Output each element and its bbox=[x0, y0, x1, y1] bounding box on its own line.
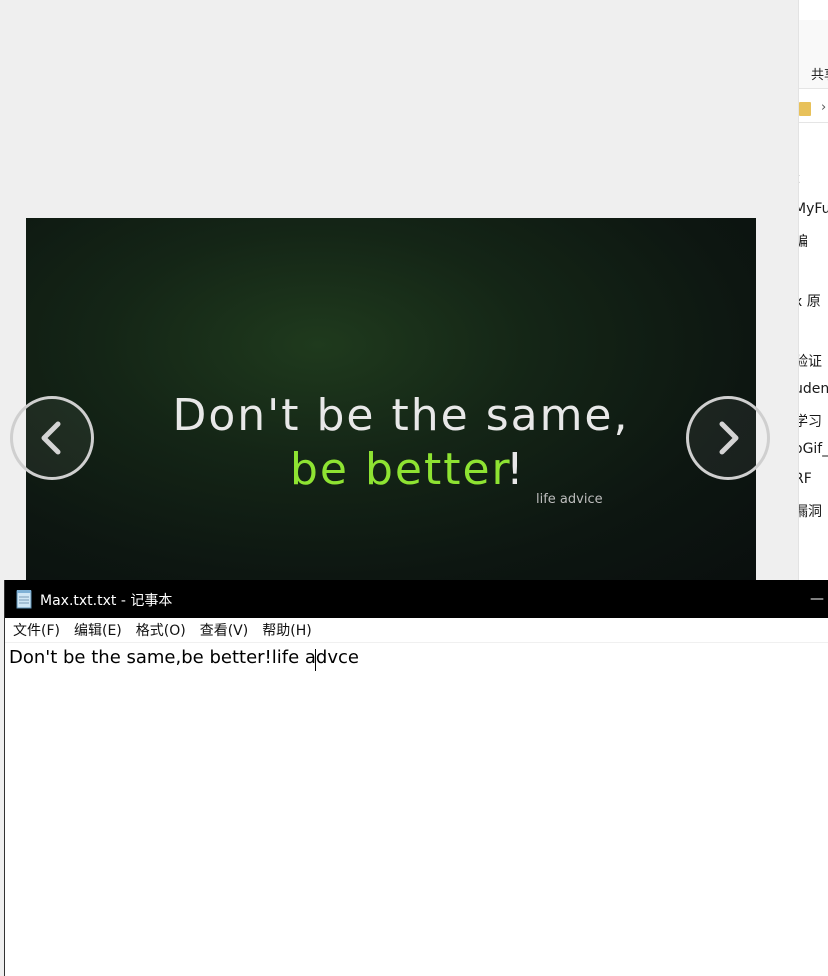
notepad-window: Max.txt.txt - 记事本 — 文件(F) 编辑(E) 格式(O) 查看… bbox=[4, 580, 828, 976]
explorer-titlebar bbox=[799, 0, 828, 20]
ribbon-tab-share[interactable]: 共享 bbox=[811, 64, 828, 83]
next-image-button[interactable] bbox=[686, 396, 770, 480]
file-list-item[interactable]: RF bbox=[799, 471, 812, 487]
file-list-item[interactable]: 学习 bbox=[799, 411, 822, 431]
menu-bar: 文件(F) 编辑(E) 格式(O) 查看(V) 帮助(H) bbox=[5, 618, 828, 643]
window-title: Max.txt.txt - 记事本 bbox=[40, 593, 173, 609]
quote-image: Don't be the same, be better ! life advi… bbox=[26, 218, 756, 580]
file-list-item[interactable]: 验证 bbox=[799, 351, 822, 371]
file-list-item[interactable]: t bbox=[799, 171, 800, 187]
menu-format[interactable]: 格式(O) bbox=[129, 620, 193, 640]
quote-line-2: be better bbox=[290, 444, 512, 495]
chevron-right-icon bbox=[719, 421, 739, 455]
file-list-item[interactable]: MyFu bbox=[799, 201, 828, 217]
menu-edit[interactable]: 编辑(E) bbox=[67, 620, 129, 640]
notepad-app-icon bbox=[16, 590, 32, 609]
menu-file[interactable]: 文件(F) bbox=[5, 620, 67, 640]
text-editor-area[interactable]: Don't be the same,be better!life advce bbox=[5, 643, 828, 976]
file-list-item[interactable]: x 原 bbox=[799, 291, 821, 311]
previous-image-button[interactable] bbox=[10, 396, 94, 480]
file-list-item[interactable]: 编 bbox=[799, 231, 808, 251]
minimize-button[interactable]: — bbox=[805, 584, 828, 614]
quote-line-1: Don't be the same, bbox=[172, 390, 630, 441]
file-list-item[interactable]: oGif_ bbox=[799, 441, 828, 457]
quote-exclamation: ! bbox=[506, 444, 524, 495]
file-list-item[interactable]: uden bbox=[799, 381, 828, 397]
file-explorer-window: 共享 › t MyFu 编 x 原 验证 uden 学习 oGif_ RF 漏洞 bbox=[798, 0, 828, 580]
notepad-titlebar[interactable]: Max.txt.txt - 记事本 — bbox=[5, 580, 828, 618]
address-separator: › bbox=[821, 100, 827, 115]
document-text: Don't be the same,be better!life advce bbox=[9, 647, 359, 668]
text-caret bbox=[315, 649, 316, 671]
menu-view[interactable]: 查看(V) bbox=[193, 620, 256, 640]
folder-icon bbox=[799, 102, 811, 116]
menu-help[interactable]: 帮助(H) bbox=[255, 620, 318, 640]
chevron-left-icon bbox=[41, 421, 61, 455]
quote-caption: life advice bbox=[536, 492, 603, 507]
file-list-item[interactable]: 漏洞 bbox=[799, 501, 822, 521]
